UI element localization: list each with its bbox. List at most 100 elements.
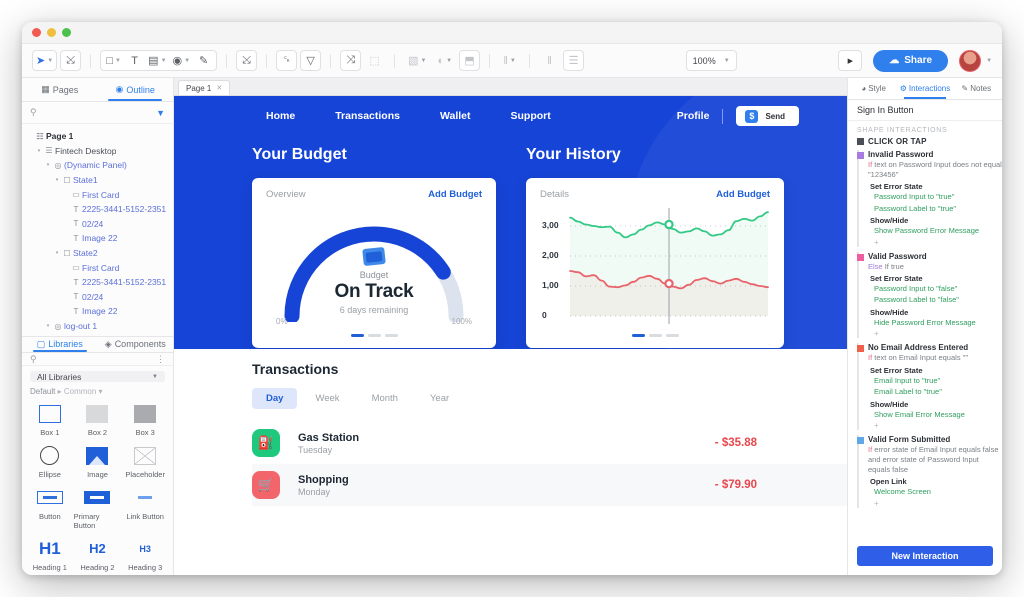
- add-action-button[interactable]: +: [874, 238, 1002, 247]
- library-item[interactable]: Link Button: [121, 484, 169, 533]
- action-target[interactable]: Email Label to "true": [874, 387, 1002, 398]
- outline-node[interactable]: ☷ Page 1: [22, 129, 173, 144]
- nav-link-home[interactable]: Home: [266, 110, 295, 122]
- tx-tab-month[interactable]: Month: [358, 388, 412, 409]
- budget-carousel-dots[interactable]: [266, 326, 482, 342]
- library-item[interactable]: H3 Heading 3: [121, 535, 169, 575]
- outline-node[interactable]: T 02/24: [22, 217, 173, 232]
- nav-link-transactions[interactable]: Transactions: [335, 110, 400, 122]
- opacity-tool[interactable]: ◐ ▼: [433, 50, 456, 71]
- outline-node[interactable]: T 02/24: [22, 290, 173, 305]
- action-label[interactable]: Show/Hide: [870, 400, 1002, 409]
- action-label[interactable]: Set Error State: [870, 274, 1002, 283]
- add-action-button[interactable]: +: [874, 499, 1002, 508]
- distribute-v-tool[interactable]: ☰: [563, 50, 585, 71]
- interaction-case[interactable]: No Email Address Entered If text on Email…: [857, 343, 1002, 430]
- library-menu-icon[interactable]: ⋮: [156, 354, 165, 365]
- interaction-case[interactable]: Valid Form Submitted If error state of Em…: [857, 435, 1002, 508]
- outline-node[interactable]: ▭ First Card: [22, 187, 173, 202]
- history-dot-3[interactable]: [665, 334, 679, 337]
- outline-search-input[interactable]: [40, 108, 111, 117]
- input-tool[interactable]: ▤ ▼: [145, 50, 169, 71]
- align-center-tool[interactable]: ‖: [539, 50, 560, 71]
- interaction-case[interactable]: Valid Password Else If true Set Error Stat…: [857, 251, 1002, 339]
- tx-tab-day[interactable]: Day: [252, 388, 298, 409]
- outline-node[interactable]: ▾ ☐ State2: [22, 246, 173, 261]
- disclosure-arrow-icon[interactable]: ▾: [44, 162, 52, 168]
- layout-tool[interactable]: ▧ ▼: [404, 50, 430, 71]
- action-label[interactable]: Set Error State: [870, 182, 1002, 191]
- action-target[interactable]: Password Input to "true": [874, 192, 1002, 203]
- action-target[interactable]: Password Input to "false": [874, 284, 1002, 295]
- tx-tab-year[interactable]: Year: [416, 388, 463, 409]
- carousel-dot-3[interactable]: [384, 334, 398, 337]
- action-target[interactable]: Show Password Error Message: [874, 226, 1002, 237]
- action-target[interactable]: Password Label to "true": [874, 204, 1002, 215]
- history-dot-2[interactable]: [648, 334, 662, 337]
- library-item[interactable]: Image: [74, 442, 122, 482]
- table-row[interactable]: 🛒 Shopping Monday - $79.90: [252, 464, 847, 506]
- action-target[interactable]: Show Email Error Message: [874, 410, 1002, 421]
- text-tool[interactable]: T: [124, 50, 145, 71]
- tab-style[interactable]: ◕ Style: [848, 78, 899, 99]
- window-close-button[interactable]: [32, 28, 41, 37]
- action-target[interactable]: Email Input to "true": [874, 376, 1002, 387]
- design-canvas[interactable]: Home Transactions Wallet Support Profile…: [174, 96, 847, 575]
- avatar[interactable]: [959, 49, 982, 72]
- tab-notes[interactable]: ✎ Notes: [951, 78, 1002, 99]
- image-tool[interactable]: ◉ ▼: [170, 50, 194, 71]
- library-item[interactable]: H1 Heading 1: [26, 535, 74, 575]
- action-target[interactable]: Password Label to "false": [874, 295, 1002, 306]
- add-action-button[interactable]: +: [874, 329, 1002, 338]
- tab-libraries[interactable]: ▢ Libraries: [22, 337, 98, 352]
- breadcrumb-default[interactable]: Default: [30, 387, 55, 396]
- zoom-selector[interactable]: 100% ▼: [685, 50, 737, 71]
- action-target[interactable]: Welcome Screen: [874, 487, 1002, 498]
- mask-tool[interactable]: ⬚: [364, 50, 385, 71]
- align-tool[interactable]: ␍: [276, 50, 298, 71]
- send-button[interactable]: Send: [736, 106, 799, 126]
- share-button[interactable]: ☁ Share: [873, 49, 949, 72]
- library-selector[interactable]: All Libraries ▼: [30, 371, 165, 382]
- action-label[interactable]: Show/Hide: [870, 308, 1002, 317]
- account-chevron-down-icon[interactable]: ▼: [986, 58, 992, 64]
- outline-node[interactable]: T 2225-3441-5152-2351: [22, 275, 173, 290]
- carousel-dot-2[interactable]: [367, 334, 381, 337]
- outline-node[interactable]: ▭ First Card: [22, 260, 173, 275]
- tab-pages[interactable]: ▦ Pages: [22, 78, 98, 101]
- action-target[interactable]: Hide Password Error Message: [874, 318, 1002, 329]
- tx-tab-week[interactable]: Week: [301, 388, 353, 409]
- history-dot-1[interactable]: [631, 334, 645, 337]
- tab-outline[interactable]: ◉ Outline: [98, 78, 174, 101]
- outline-node[interactable]: ▾ ◎ (Dynamic Panel): [22, 158, 173, 173]
- close-icon[interactable]: ✕: [216, 84, 222, 92]
- disclosure-arrow-icon[interactable]: ▾: [44, 323, 52, 329]
- tab-interactions[interactable]: ⚙ Interactions: [899, 78, 950, 99]
- outline-node[interactable]: ▾ ☐ State1: [22, 173, 173, 188]
- order-tool[interactable]: ⬒: [459, 50, 481, 71]
- window-minimize-button[interactable]: [47, 28, 56, 37]
- add-action-button[interactable]: +: [874, 421, 1002, 430]
- interaction-event[interactable]: CLICK OR TAP: [848, 137, 1002, 150]
- library-item[interactable]: Box 2: [74, 400, 122, 440]
- outline-node[interactable]: T Image 22: [22, 304, 173, 319]
- action-label[interactable]: Set Error State: [870, 366, 1002, 375]
- library-item[interactable]: H2 Heading 2: [74, 535, 122, 575]
- distribute-tool[interactable]: ▽: [300, 50, 322, 71]
- action-label[interactable]: Open Link: [870, 477, 1002, 486]
- select-tool[interactable]: ➤ ▼: [32, 50, 58, 71]
- library-search-input[interactable]: [40, 354, 111, 364]
- filter-icon[interactable]: ▼: [156, 108, 165, 118]
- nav-link-wallet[interactable]: Wallet: [440, 110, 471, 122]
- page-tab[interactable]: Page 1 ✕: [178, 80, 231, 95]
- tab-components[interactable]: ◈ Components: [98, 337, 174, 351]
- library-item[interactable]: Button: [26, 484, 74, 533]
- interaction-case[interactable]: Invalid Password If text on Password Inpu…: [857, 150, 1002, 247]
- library-item[interactable]: Primary Button: [74, 484, 122, 533]
- outline-node[interactable]: ▾ ◎ log-out 1: [22, 319, 173, 334]
- align-left-tool[interactable]: ‖ ▼: [499, 50, 520, 71]
- library-item[interactable]: Box 3: [121, 400, 169, 440]
- window-maximize-button[interactable]: [62, 28, 71, 37]
- transform-tool[interactable]: ⤨: [340, 50, 362, 71]
- disclosure-arrow-icon[interactable]: ▾: [35, 148, 43, 154]
